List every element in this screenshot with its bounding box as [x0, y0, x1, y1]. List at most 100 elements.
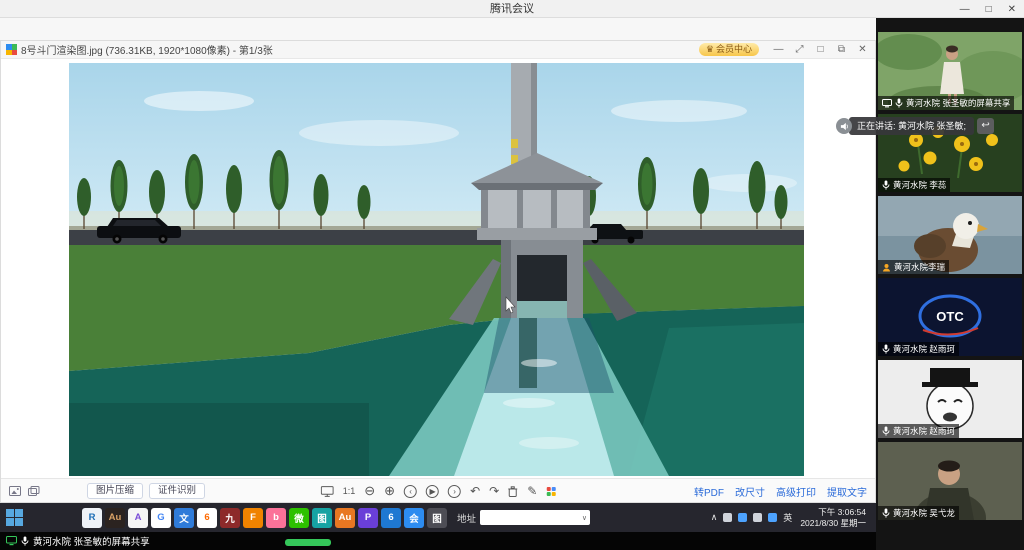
thumbnail-panel-icon[interactable] [9, 486, 21, 496]
trees-right-foliage [582, 157, 788, 219]
viewer-close-icon[interactable]: ✕ [852, 41, 873, 59]
fit-screen-icon[interactable] [321, 486, 334, 497]
address-input[interactable] [483, 512, 577, 524]
active-speaker-text: 正在讲话: 黄河水院 张圣敏; [849, 117, 974, 135]
meeting-titlebar: 腾讯会议 — □ ✕ [0, 0, 1024, 18]
viewer-maximize-icon[interactable]: □ [810, 41, 831, 59]
minimize-icon[interactable]: — [960, 4, 970, 15]
reply-icon[interactable]: ↩ [977, 118, 994, 134]
vip-center-button[interactable]: ♛会员中心 [699, 43, 759, 56]
speaker-icon [836, 118, 852, 134]
taskbar-app[interactable]: 图 [312, 508, 332, 528]
taskbar-app[interactable]: P [358, 508, 378, 528]
participant-name: 黄河水院 吴弋龙 [893, 507, 955, 519]
actual-size-button[interactable]: 1:1 [343, 486, 356, 496]
tray-icon[interactable] [753, 513, 762, 522]
next-image-button[interactable]: › [448, 485, 461, 498]
trees-left-foliage [77, 150, 371, 219]
participant-tile[interactable]: 黄河水院 赵雨珂 [878, 360, 1022, 438]
hand-raised-icon [882, 263, 891, 272]
screen-share-icon [6, 536, 17, 546]
taskbar-app[interactable]: G [151, 508, 171, 528]
taskbar-app[interactable]: 文 [174, 508, 194, 528]
shared-desktop: 8号斗门渲染图.jpg (736.31KB, 1920*1080像素) - 第1… [0, 18, 876, 532]
ime-indicator[interactable]: 英 [783, 511, 792, 524]
tray-speaker-icon[interactable] [768, 513, 777, 522]
viewer-titlebar: 8号斗门渲染图.jpg (736.31KB, 1920*1080像素) - 第1… [1, 41, 875, 59]
maximize-icon[interactable]: □ [986, 4, 992, 15]
tray-expand-icon[interactable]: ∧ [711, 512, 718, 523]
taskbar-clock[interactable]: 下午 3:06:54 2021/8/30 星期一 [800, 507, 866, 528]
taskbar-app[interactable]: 6 [197, 508, 217, 528]
clock-date: 2021/8/30 星期一 [800, 518, 866, 529]
crown-icon: ♛ [706, 43, 714, 56]
share-source-banner: 黄河水院 张圣敏的屏幕共享 [0, 532, 876, 550]
to-pdf-button[interactable]: 转PDF [694, 484, 724, 499]
taskbar-app[interactable]: 会 [404, 508, 424, 528]
taskbar-app[interactable]: R [82, 508, 102, 528]
taskbar-app[interactable]: b [266, 508, 286, 528]
screen-share-icon [882, 99, 892, 108]
taskbar-app[interactable]: 6 [381, 508, 401, 528]
taskbar-app[interactable]: Au [335, 508, 355, 528]
system-tray: ∧ 英 [711, 511, 793, 524]
close-icon[interactable]: ✕ [1008, 4, 1016, 15]
svg-text:OTC: OTC [936, 309, 964, 324]
taskbar-apps: R Au A G 文 6 九 F b 微 图 Au P 6 会 图 [82, 508, 447, 528]
windows-taskbar: R Au A G 文 6 九 F b 微 图 Au P 6 会 图 地址 [0, 503, 876, 532]
green-indicator [285, 539, 331, 546]
meeting-title: 腾讯会议 [0, 0, 1024, 18]
zoom-out-icon[interactable]: ⊖ [364, 483, 375, 499]
advanced-print-button[interactable]: 高级打印 [776, 484, 816, 499]
mic-icon [882, 426, 890, 436]
compress-image-button[interactable]: 图片压缩 [87, 483, 143, 499]
participant-tile[interactable]: 黄河水院 吴弋龙 [878, 442, 1022, 520]
viewer-canvas [1, 59, 875, 480]
participant-name: 黄河水院 李蕊 [893, 179, 946, 191]
extract-text-button[interactable]: 提取文字 [827, 484, 867, 499]
viewer-app-icon [6, 44, 17, 55]
more-tools-icon[interactable] [546, 487, 555, 496]
taskbar-app[interactable]: F [243, 508, 263, 528]
copy-image-icon[interactable] [28, 486, 40, 496]
participant-tile[interactable]: 黄河水院李瑞 [878, 196, 1022, 274]
mic-icon [895, 98, 903, 108]
active-speaker-toast: 正在讲话: 黄河水院 张圣敏; ↩ [836, 117, 994, 135]
taskbar-app[interactable]: 微 [289, 508, 309, 528]
edit-icon[interactable]: ✎ [527, 484, 537, 498]
taskbar-app[interactable]: A [128, 508, 148, 528]
id-ocr-button[interactable]: 证件识别 [149, 483, 205, 499]
participant-name: 黄河水院 赵雨珂 [893, 425, 955, 437]
start-button[interactable] [4, 508, 24, 528]
rotate-right-icon[interactable]: ↷ [489, 484, 499, 498]
zoom-in-icon[interactable]: ⊕ [384, 483, 395, 499]
image-viewer-window: 8号斗门渲染图.jpg (736.31KB, 1920*1080像素) - 第1… [0, 40, 876, 503]
taskbar-app[interactable]: 九 [220, 508, 240, 528]
mic-icon [882, 508, 890, 518]
address-dropdown-icon[interactable]: ∨ [582, 514, 587, 522]
mic-icon [882, 180, 890, 190]
viewer-fullscreen-icon[interactable]: ⤢ [789, 41, 810, 59]
viewer-minimize-icon[interactable]: — [768, 41, 789, 59]
slideshow-play-button[interactable]: ▶ [426, 485, 439, 498]
delete-icon[interactable] [508, 486, 518, 497]
tray-mic-icon[interactable] [738, 513, 747, 522]
tencent-meeting-window: 腾讯会议 — □ ✕ 8号斗门渲染图.jpg (736.31KB, 1920*1… [0, 0, 1024, 550]
participant-tile-screen-share[interactable]: 黄河水院 张圣敏的屏幕共享 [878, 32, 1022, 110]
tray-icon[interactable] [723, 513, 732, 522]
mic-icon [882, 344, 890, 354]
shared-image-3d-rendering [69, 63, 804, 476]
taskbar-app[interactable]: Au [105, 508, 125, 528]
viewer-restore-icon[interactable]: ⧉ [831, 41, 852, 59]
rotate-left-icon[interactable]: ↶ [470, 484, 480, 498]
taskbar-app[interactable]: 图 [427, 508, 447, 528]
participant-name: 黄河水院 张圣敏的屏幕共享 [906, 97, 1010, 109]
prev-image-button[interactable]: ‹ [404, 485, 417, 498]
sluice-structure [449, 63, 637, 325]
resize-button[interactable]: 改尺寸 [735, 484, 765, 499]
participant-name: 黄河水院 赵雨珂 [893, 343, 955, 355]
participant-tile[interactable]: OTC 黄河水院 赵雨珂 [878, 278, 1022, 356]
mic-icon [21, 536, 29, 546]
address-bar: ∨ [480, 510, 590, 525]
viewer-toolbar: 图片压缩 证件识别 1:1 ⊖ ⊕ ‹ ▶ › ↶ ↷ ✎ [1, 478, 875, 502]
